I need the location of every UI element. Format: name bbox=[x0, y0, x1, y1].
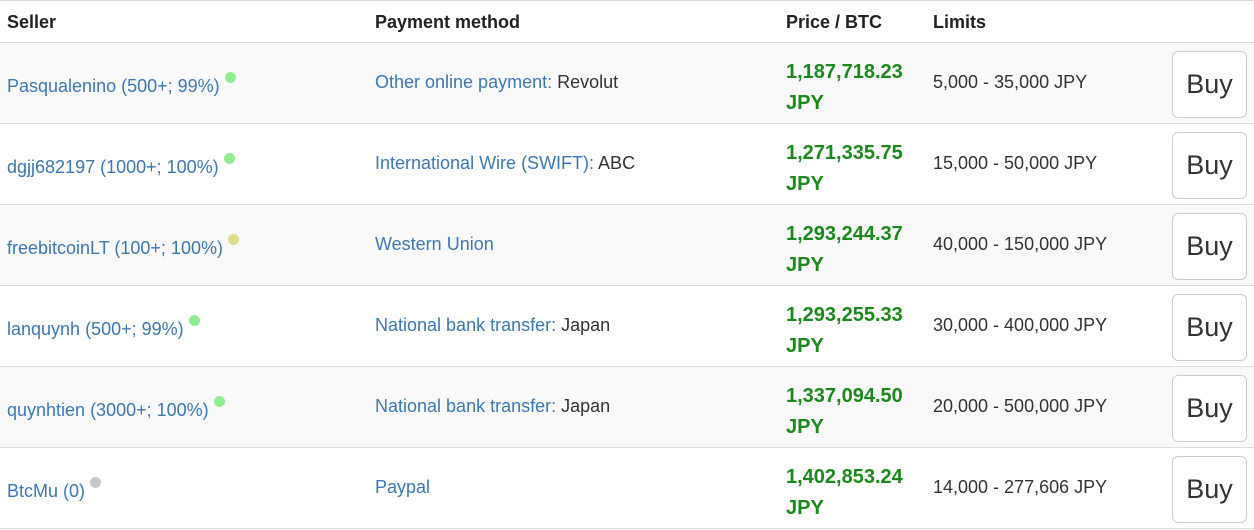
payment-cell: International Wire (SWIFT): ABC bbox=[375, 153, 635, 174]
seller-link[interactable]: quynhtien (3000+; 100%) bbox=[7, 400, 209, 420]
seller-cell: freebitcoinLT (100+; 100%) bbox=[7, 234, 239, 259]
status-dot-icon bbox=[227, 234, 239, 245]
price-cell: 1,402,853.24 JPY bbox=[786, 462, 903, 524]
payment-method-link[interactable]: Other online payment: bbox=[375, 72, 552, 92]
price-currency: JPY bbox=[786, 497, 824, 519]
seller-link[interactable]: lanquynh (500+; 99%) bbox=[7, 319, 184, 339]
buy-button[interactable]: Buy bbox=[1172, 51, 1247, 118]
seller-cell: BtcMu (0) bbox=[7, 477, 102, 502]
limits-cell: 30,000 - 400,000 JPY bbox=[933, 315, 1108, 335]
limits-cell: 20,000 - 500,000 JPY bbox=[933, 396, 1108, 416]
payment-cell: Western Union bbox=[375, 234, 494, 255]
buy-button[interactable]: Buy bbox=[1172, 456, 1247, 523]
table-row: quynhtien (3000+; 100%) National bank tra… bbox=[0, 367, 1254, 448]
header-limits: Limits bbox=[933, 12, 987, 32]
limits-cell: 5,000 - 35,000 JPY bbox=[933, 72, 1088, 92]
offers-table: Seller Payment method Price / BTC Limits… bbox=[0, 0, 1254, 529]
buy-button[interactable]: Buy bbox=[1172, 213, 1247, 280]
price-amount: 1,402,853.24 bbox=[786, 466, 903, 488]
status-dot-icon bbox=[224, 72, 236, 83]
payment-cell: Other online payment: Revolut bbox=[375, 72, 618, 93]
price-currency: JPY bbox=[786, 254, 824, 276]
payment-cell: National bank transfer: Japan bbox=[375, 396, 610, 417]
seller-link[interactable]: freebitcoinLT (100+; 100%) bbox=[7, 238, 223, 258]
limits-cell: 40,000 - 150,000 JPY bbox=[933, 234, 1108, 254]
payment-detail: ABC bbox=[594, 153, 636, 173]
buy-button[interactable]: Buy bbox=[1172, 375, 1247, 442]
table-header: Seller Payment method Price / BTC Limits bbox=[0, 0, 1254, 43]
price-cell: 1,293,255.33 JPY bbox=[786, 300, 903, 362]
seller-cell: Pasqualenino (500+; 99%) bbox=[7, 72, 236, 97]
seller-link[interactable]: dgjj682197 (1000+; 100%) bbox=[7, 157, 219, 177]
payment-detail: Japan bbox=[556, 396, 611, 416]
status-dot-icon bbox=[188, 315, 200, 326]
buy-button[interactable]: Buy bbox=[1172, 294, 1247, 361]
table-row: dgjj682197 (1000+; 100%) International Wi… bbox=[0, 124, 1254, 205]
price-cell: 1,293,244.37 JPY bbox=[786, 219, 903, 281]
status-dot-icon bbox=[223, 153, 235, 164]
status-dot-icon bbox=[90, 477, 102, 488]
price-currency: JPY bbox=[786, 416, 824, 438]
seller-cell: quynhtien (3000+; 100%) bbox=[7, 396, 225, 421]
seller-cell: dgjj682197 (1000+; 100%) bbox=[7, 153, 235, 178]
table-row: lanquynh (500+; 99%) National bank transf… bbox=[0, 286, 1254, 367]
price-currency: JPY bbox=[786, 335, 824, 357]
seller-cell: lanquynh (500+; 99%) bbox=[7, 315, 200, 340]
price-amount: 1,337,094.50 bbox=[786, 385, 903, 407]
price-amount: 1,293,244.37 bbox=[786, 223, 903, 245]
header-price: Price / BTC bbox=[786, 12, 883, 32]
payment-method-link[interactable]: International Wire (SWIFT): bbox=[375, 153, 594, 173]
payment-cell: National bank transfer: Japan bbox=[375, 315, 610, 336]
table-body: Pasqualenino (500+; 99%) Other online pay… bbox=[0, 43, 1254, 529]
table-row: Pasqualenino (500+; 99%) Other online pay… bbox=[0, 43, 1254, 124]
buy-button[interactable]: Buy bbox=[1172, 132, 1247, 199]
price-amount: 1,293,255.33 bbox=[786, 304, 903, 326]
seller-link[interactable]: BtcMu (0) bbox=[7, 481, 85, 501]
table-row: BtcMu (0) Paypal 1,402,853.24 JPY 14,000 - 2… bbox=[0, 448, 1254, 529]
payment-detail: Revolut bbox=[552, 72, 619, 92]
payment-method-link[interactable]: National bank transfer: bbox=[375, 315, 556, 335]
header-payment-method: Payment method bbox=[375, 12, 521, 32]
price-cell: 1,271,335.75 JPY bbox=[786, 138, 903, 200]
payment-method-link[interactable]: Paypal bbox=[375, 477, 430, 497]
price-currency: JPY bbox=[786, 92, 824, 114]
header-seller: Seller bbox=[7, 12, 57, 32]
payment-cell: Paypal bbox=[375, 477, 430, 498]
seller-link[interactable]: Pasqualenino (500+; 99%) bbox=[7, 76, 220, 96]
payment-method-link[interactable]: National bank transfer: bbox=[375, 396, 556, 416]
payment-detail: Japan bbox=[556, 315, 611, 335]
price-cell: 1,337,094.50 JPY bbox=[786, 381, 903, 443]
limits-cell: 14,000 - 277,606 JPY bbox=[933, 477, 1108, 497]
table-row: freebitcoinLT (100+; 100%) Western Union 1… bbox=[0, 205, 1254, 286]
price-amount: 1,271,335.75 bbox=[786, 142, 903, 164]
price-amount: 1,187,718.23 bbox=[786, 61, 903, 83]
price-currency: JPY bbox=[786, 173, 824, 195]
limits-cell: 15,000 - 50,000 JPY bbox=[933, 153, 1098, 173]
price-cell: 1,187,718.23 JPY bbox=[786, 57, 903, 119]
payment-method-link[interactable]: Western Union bbox=[375, 234, 494, 254]
status-dot-icon bbox=[213, 396, 225, 407]
